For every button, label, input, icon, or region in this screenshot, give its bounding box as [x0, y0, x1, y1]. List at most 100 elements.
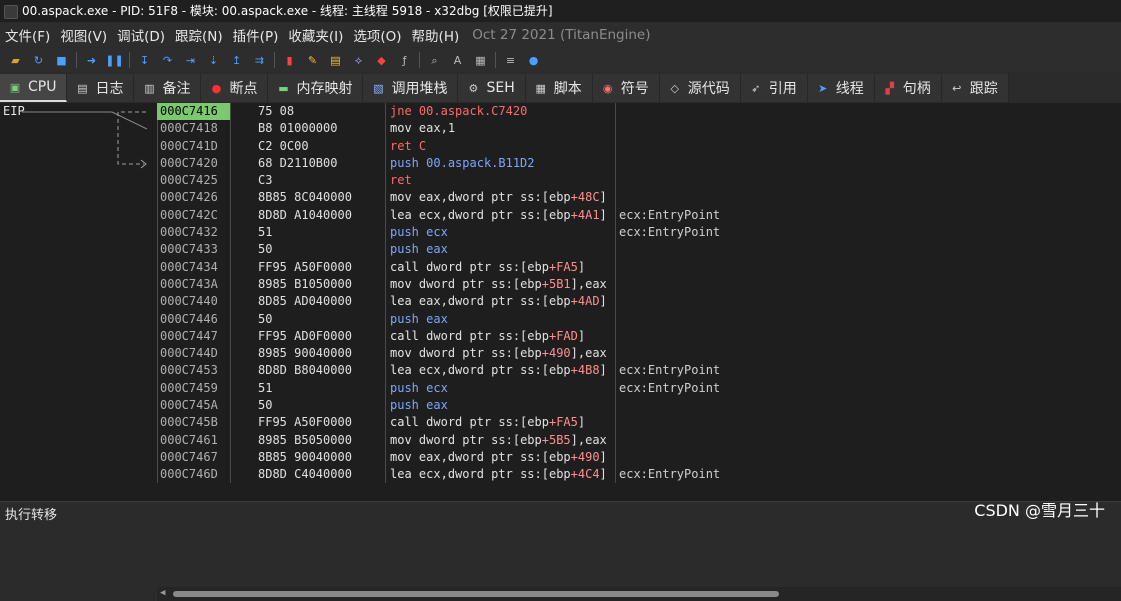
instruction-row[interactable]: 000C7425 C3 ret: [157, 172, 1121, 189]
instruction-row[interactable]: 000C7420 68 D2110B00 push 00.aspack.B11D2: [157, 155, 1121, 172]
instruction-row[interactable]: 000C7432 51 push ecx ecx:EntryPoint: [157, 224, 1121, 241]
instruction-row[interactable]: 000C7418 B8 01000000 mov eax,1: [157, 120, 1121, 137]
operands: 00.aspack.C7420: [418, 104, 528, 118]
menu-item[interactable]: 文件(F): [0, 25, 55, 45]
mnemonic: lea: [390, 467, 412, 482]
address: 000C7467: [160, 449, 218, 464]
instruction-row[interactable]: 000C745B FF95 A50F0000 call dword ptr ss:[…: [157, 414, 1121, 431]
instruction-row[interactable]: 000C7440 8D85 AD040000 lea eax,dword ptr s…: [157, 293, 1121, 310]
address: 000C7432: [160, 225, 218, 240]
menu-item[interactable]: 插件(P): [228, 25, 284, 45]
find-icon[interactable]: ⌕: [428, 53, 442, 67]
menu-item[interactable]: 视图(V): [55, 25, 112, 45]
run-icon[interactable]: ➜: [85, 53, 99, 67]
instruction-row[interactable]: 000C7416 75 08 jne 00.aspack.C7420: [157, 103, 1121, 121]
instruction: push 00.aspack.B11D2: [390, 155, 535, 172]
menu-item[interactable]: 选项(O): [348, 25, 406, 45]
bytes: 75 08: [258, 104, 295, 118]
tab-references[interactable]: ➶ 引用: [740, 74, 808, 102]
step-over-icon[interactable]: ↷: [161, 53, 175, 67]
strings-icon[interactable]: A: [451, 53, 465, 67]
instruction: lea ecx,dword ptr ss:[ebp+4A1]: [390, 207, 607, 224]
instruction-row[interactable]: 000C744D 8985 90040000 mov dword ptr ss:[e…: [157, 345, 1121, 362]
tab-notes[interactable]: ▥ 备注: [134, 74, 202, 102]
trace-into-icon[interactable]: ⇥: [184, 53, 198, 67]
address: 000C7418: [160, 121, 218, 136]
tab-threads[interactable]: ➤ 线程: [807, 74, 875, 102]
instruction-row[interactable]: 000C7461 8985 B5050000 mov dword ptr ss:[e…: [157, 432, 1121, 449]
tab-memory-map[interactable]: ▬ 内存映射: [268, 74, 364, 102]
instruction-row[interactable]: 000C742C 8D8D A1040000 lea ecx,dword ptr s…: [157, 207, 1121, 224]
instruction: push eax: [390, 311, 448, 328]
open-icon[interactable]: ▰: [9, 53, 23, 67]
menu-item[interactable]: 跟踪(N): [170, 25, 228, 45]
mnemonic: ret: [390, 173, 412, 188]
instruction-row[interactable]: 000C7453 8D8D B8040000 lea ecx,dword ptr s…: [157, 362, 1121, 379]
instruction-row[interactable]: 000C746D 8D8D C4040000 lea ecx,dword ptr s…: [157, 466, 1121, 483]
stop-icon[interactable]: ■: [55, 53, 69, 67]
step-into-icon[interactable]: ↧: [138, 53, 152, 67]
restart-icon[interactable]: ↻: [32, 53, 46, 67]
bookmark-icon[interactable]: ◆: [375, 53, 389, 67]
execute-till-return-icon[interactable]: ↥: [230, 53, 244, 67]
tab-handles[interactable]: ▞ 句柄: [874, 74, 942, 102]
function-icon[interactable]: ƒ: [398, 53, 412, 67]
bytes: C3: [258, 173, 273, 188]
tab-log[interactable]: ▤ 日志: [67, 74, 135, 102]
instruction: mov eax,1: [390, 120, 455, 137]
tab-call-stack[interactable]: ▧ 调用堆栈: [363, 74, 459, 102]
mnemonic: mov: [390, 432, 412, 447]
instruction-row[interactable]: 000C743A 8985 B1050000 mov dword ptr ss:[e…: [157, 276, 1121, 293]
mnemonic: call: [390, 415, 419, 430]
scrollbar-thumb[interactable]: [173, 591, 779, 597]
tab-cpu[interactable]: ▣ CPU: [0, 74, 68, 102]
instruction-row[interactable]: 000C741D C2 0C00 ret C: [157, 138, 1121, 155]
pause-icon[interactable]: ❚❚: [105, 53, 123, 67]
operands: C: [418, 138, 427, 153]
calculator-icon[interactable]: ▦: [474, 53, 488, 67]
operands: eax,1: [418, 121, 456, 136]
mnemonic: mov: [390, 346, 412, 361]
menu-item[interactable]: 帮助(H): [407, 25, 465, 45]
tab-breakpoint[interactable]: ● 断点: [201, 74, 269, 102]
operands: eax,dword ptr ss:[ebp+4AD]: [418, 294, 607, 309]
status-text: 执行转移: [5, 508, 58, 523]
instruction-row[interactable]: 000C7434 FF95 A50F0000 call dword ptr ss:[…: [157, 259, 1121, 276]
tab-symbols[interactable]: ◉ 符号: [592, 74, 660, 102]
operands: 00.aspack.B11D2: [426, 155, 535, 170]
title-bar: 00.aspack.exe - PID: 51F8 - 模块: 00.aspac…: [0, 0, 1121, 22]
tab-script[interactable]: ▦ 脚本: [525, 74, 593, 102]
menu-item[interactable]: 收藏夹(I): [283, 25, 348, 45]
bytes: 8985 B1050000: [258, 276, 352, 291]
comment-icon[interactable]: ▤: [329, 53, 343, 67]
address: 000C742C: [160, 207, 218, 222]
mnemonic: ret: [390, 138, 412, 153]
help-icon[interactable]: ●: [527, 53, 541, 67]
instruction: lea eax,dword ptr ss:[ebp+4AD]: [390, 293, 607, 310]
tab-source[interactable]: ◇ 源代码: [659, 74, 741, 102]
tab-label: 断点: [229, 81, 258, 97]
instruction-row[interactable]: 000C7459 51 push ecx ecx:EntryPoint: [157, 380, 1121, 397]
scylla-icon[interactable]: ▮: [283, 53, 297, 67]
address: 000C7453: [160, 363, 218, 378]
instruction-row[interactable]: 000C7426 8B85 8C040000 mov eax,dword ptr s…: [157, 189, 1121, 206]
instruction-row[interactable]: 000C7433 50 push eax: [157, 241, 1121, 258]
instruction-row[interactable]: 000C745A 50 push eax: [157, 397, 1121, 414]
tab-bar: ▣ CPU ▤ 日志 ▥ 备注 ● 断点 ▬ 内存映射 ▧ 调用堆栈 ⚙ SEH ▦ 脚本 ◉ 符号 ◇ 源代码 ➶ 引用…: [0, 74, 1121, 102]
memory-icon[interactable]: ≡: [504, 53, 518, 67]
run-to-user-code-icon[interactable]: ⇉: [253, 53, 267, 67]
disassembly-view[interactable]: EIP 000C7416 75 08 jne 00.aspack.C7420 000C…: [0, 103, 1121, 601]
instruction-row[interactable]: 000C7467 8B85 90040000 mov eax,dword ptr s…: [157, 449, 1121, 466]
instruction-row[interactable]: 000C7447 FF95 AD0F0000 call dword ptr ss:[…: [157, 328, 1121, 345]
trace-over-icon[interactable]: ⇣: [207, 53, 221, 67]
horizontal-scrollbar[interactable]: ◀: [157, 587, 1121, 601]
bytes: 51: [258, 225, 273, 240]
scroll-left-icon[interactable]: ◀: [160, 588, 165, 598]
tab-seh[interactable]: ⚙ SEH: [458, 74, 526, 102]
patch-icon[interactable]: ✎: [306, 53, 320, 67]
menu-item[interactable]: 调试(D): [112, 25, 170, 45]
instruction-row[interactable]: 000C7446 50 push eax: [157, 311, 1121, 328]
tab-trace[interactable]: ↩ 跟踪: [941, 74, 1009, 102]
mnemonic: push: [390, 155, 419, 170]
label-icon[interactable]: ⟡: [352, 53, 366, 67]
